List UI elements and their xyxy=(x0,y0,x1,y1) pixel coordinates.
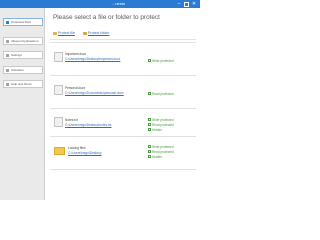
list-item[interactable]: Personal.docx C:\Users\imigo\Documents\p… xyxy=(50,75,196,107)
checkbox-icon xyxy=(148,145,151,148)
status-badge: Hidden xyxy=(148,155,162,159)
checkbox-icon xyxy=(148,123,151,126)
gear-icon xyxy=(6,54,9,57)
sidebar-item-label: Help and About xyxy=(11,82,32,86)
item-path-link[interactable]: C:\Users\imigo\Desktop xyxy=(68,151,101,155)
sidebar-item-allowed-applications[interactable]: Allowed Applications xyxy=(3,37,43,45)
lock-icon xyxy=(6,21,9,24)
sidebar-item-label: Settings xyxy=(11,53,22,57)
help-icon xyxy=(6,83,9,86)
checkbox-icon xyxy=(148,59,151,62)
list-item[interactable]: Important.docx C:\Users\imigo\Desktop\im… xyxy=(50,42,196,74)
item-name: Personal.docx xyxy=(65,86,86,90)
status-badge: Write protected xyxy=(148,145,174,149)
sidebar-item-protected-files[interactable]: Protected Files xyxy=(3,18,43,26)
status-badge: Hidden xyxy=(148,128,162,132)
protect-file-label: Protect file xyxy=(58,31,75,35)
item-name: Locking files xyxy=(68,146,86,150)
checkbox-icon xyxy=(148,150,151,153)
list-item[interactable]: Locking files C:\Users\imigo\Desktop Wri… xyxy=(50,136,196,170)
page-title: Please select a file or folder to protec… xyxy=(53,14,160,21)
status-badge: Read protected xyxy=(148,150,174,154)
document-icon xyxy=(54,52,63,62)
folder-icon xyxy=(54,147,65,155)
checkbox-icon xyxy=(148,128,151,131)
document-icon xyxy=(54,117,63,127)
item-name: Important.docx xyxy=(65,52,87,56)
title-bar: ...nesto – ✕ xyxy=(0,0,200,8)
protect-file-link[interactable]: Protect file xyxy=(53,31,75,36)
maximize-button[interactable] xyxy=(183,1,189,7)
document-icon xyxy=(54,85,63,95)
list-item[interactable]: Notes.txt C:\Users\imigo\Desktop\notes.t… xyxy=(50,108,196,136)
sidebar-item-settings[interactable]: Settings xyxy=(3,51,43,59)
checkbox-icon xyxy=(148,155,151,158)
status-badge: Write protected xyxy=(148,59,174,63)
checkbox-icon xyxy=(148,92,151,95)
sidebar-item-activation[interactable]: Activation xyxy=(3,66,43,74)
protect-folder-label: Protect folder xyxy=(88,31,110,35)
status-badge: Read protected xyxy=(148,92,174,96)
close-button[interactable]: ✕ xyxy=(191,1,197,7)
item-path-link[interactable]: C:\Users\imigo\Desktop\notes.txt xyxy=(65,123,111,127)
minimize-button[interactable]: – xyxy=(176,1,182,7)
item-name: Notes.txt xyxy=(65,118,78,122)
folder-icon xyxy=(83,32,87,35)
file-icon xyxy=(53,32,57,35)
sidebar-item-label: Allowed Applications xyxy=(11,39,39,43)
sidebar-item-label: Activation xyxy=(11,68,25,72)
item-path-link[interactable]: C:\Users\imigo\Documents\personal.docx xyxy=(65,91,124,95)
item-path-link[interactable]: C:\Users\imigo\Desktop\important.docx xyxy=(65,57,120,61)
key-icon xyxy=(6,69,9,72)
protect-folder-link[interactable]: Protect folder xyxy=(83,31,109,36)
checkbox-icon xyxy=(148,118,151,121)
divider xyxy=(50,39,196,40)
status-badge: Read protected xyxy=(148,123,174,127)
window-title: ...nesto xyxy=(112,1,126,6)
status-badge: Write protected xyxy=(148,118,174,122)
app-icon xyxy=(6,40,9,43)
sidebar: Protected Files Allowed Applications Set… xyxy=(0,8,45,200)
sidebar-item-label: Protected Files xyxy=(11,20,32,24)
sidebar-item-help-and-about[interactable]: Help and About xyxy=(3,80,43,88)
